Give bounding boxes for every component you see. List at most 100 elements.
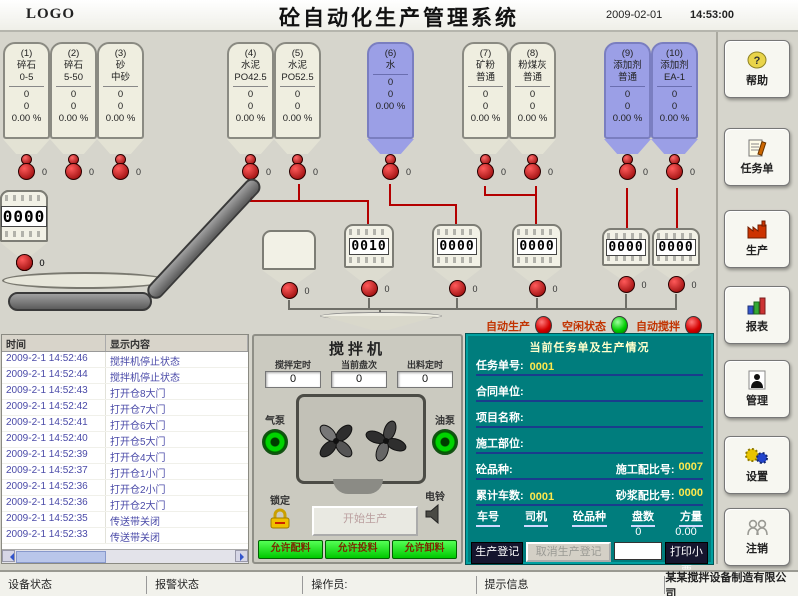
valve-count: 0 [42,167,47,177]
silo-value2: 0 [24,101,29,113]
production-button[interactable]: 生产 [724,210,790,268]
help-button[interactable]: ? 帮助 [724,40,790,98]
silo-spec: 中砂 [111,72,130,84]
log-row[interactable]: 2009-2-1 14:52:35 传送带关闭 [2,512,248,528]
scroll-left-arrow-icon[interactable] [2,550,15,562]
valve-icon[interactable]: 0 [524,154,541,180]
log-time: 2009-2-1 14:52:44 [2,368,106,383]
log-horizontal-scrollbar[interactable] [2,549,248,563]
valve-icon[interactable]: 0 [361,282,378,297]
flat-conveyor [8,292,152,311]
print-receipt-button[interactable]: 打印小票 [665,542,708,564]
settings-button[interactable]: 设置 [724,436,790,494]
cancel-register-button[interactable]: 取消生产登记 [526,542,610,562]
log-row[interactable]: 2009-2-1 14:52:39 打开仓4大门 [2,448,248,464]
permit-button[interactable]: 允许投料 [325,540,390,559]
report-label: 报表 [746,318,768,334]
valve-count: 0 [136,167,141,177]
log-row[interactable]: 2009-2-1 14:52:33 传送带关闭 [2,528,248,544]
start-production-button[interactable]: 开始生产 [312,506,418,536]
weight-display: 0000 [656,239,695,256]
weight-display: 0000 [437,238,476,255]
valve-icon[interactable]: 0 [382,154,399,180]
production-register-button[interactable]: 生产登记 [471,542,523,564]
log-row[interactable]: 2009-2-1 14:52:36 打开仓2小门 [2,480,248,496]
silo: (7) 矿粉 普通 0 0 0.00 % 0 [462,42,509,180]
silo-number: (6) [385,48,397,60]
valve-icon[interactable]: 0 [16,256,33,271]
permit-button[interactable]: 允许配料 [258,540,323,559]
valve-icon[interactable]: 0 [112,154,129,180]
valve-icon[interactable]: 0 [281,284,298,299]
log-row[interactable]: 2009-2-1 14:52:37 打开仓1小门 [2,464,248,480]
valve-count: 0 [40,258,45,268]
permit-button[interactable]: 允许卸料 [392,540,457,559]
silo-value1: 0 [24,89,29,101]
report-button[interactable]: 报表 [724,286,790,344]
log-message: 打开仓7大门 [106,400,248,415]
silo-cone [509,139,556,154]
log-row[interactable]: 2009-2-1 14:52:46 搅拌机停止状态 [2,352,248,368]
lock-control[interactable]: 锁定 [268,492,292,530]
log-row[interactable]: 2009-2-1 14:52:42 打开仓7大门 [2,400,248,416]
silo-cone [462,139,509,154]
silo-value1: 0 [483,89,488,101]
silo-number: (2) [68,48,80,60]
aggregate-weigh-hopper: 0000 0 [0,190,48,271]
scroll-right-arrow-icon[interactable] [235,550,248,562]
mixer-fans-icon [303,403,419,475]
valve-count: 0 [385,284,390,294]
log-row[interactable]: 2009-2-1 14:52:43 打开仓8大门 [2,384,248,400]
valve-icon[interactable]: 0 [477,154,494,180]
silo-material: 矿粉 [476,60,495,72]
log-row[interactable]: 2009-2-1 14:52:36 打开仓2大门 [2,496,248,512]
silo: (4) 水泥 PO42.5 0 0 0.00 % 0 [227,42,274,180]
alarm-status: 报警状态 [147,576,303,594]
auto-production-led [535,316,552,335]
date-display: 2009-02-01 [606,9,662,21]
weight-display: 0000 [606,239,645,256]
log-row[interactable]: 2009-2-1 14:52:41 打开仓6大门 [2,416,248,432]
task-input[interactable] [614,542,662,560]
valve-icon[interactable]: 0 [289,154,306,180]
production-icon [745,220,769,240]
valve-icon[interactable]: 0 [529,282,546,297]
valve-icon[interactable]: 0 [242,154,259,180]
log-row[interactable]: 2009-2-1 14:52:44 搅拌机停止状态 [2,368,248,384]
current-batch-value: 0 [331,371,387,388]
silo-material: 水 [386,60,396,72]
log-time: 2009-2-1 14:52:43 [2,384,106,399]
manage-button[interactable]: 管理 [724,360,790,418]
silo-material: 碎石 [64,60,83,72]
valve-icon[interactable]: 0 [18,154,35,180]
bell-control[interactable]: 电铃 [424,488,446,524]
valve-icon[interactable]: 0 [618,278,635,293]
pipe [625,294,627,309]
scrollbar-thumb[interactable] [16,551,106,563]
valve-icon[interactable]: 0 [449,282,466,297]
silo-cone [604,139,651,154]
log-row[interactable]: 2009-2-1 14:52:40 打开仓5大门 [2,432,248,448]
page-title: 砼自动化生产管理系统 [279,2,519,32]
valve-count: 0 [473,284,478,294]
valve-icon[interactable]: 0 [668,278,685,293]
divider [56,86,90,87]
air-pump-indicator: 气泵 [262,412,288,455]
concrete-type-row: 砼品种: 施工配比号: 0007 [476,456,703,480]
silo-percent: 0.00 % [283,113,313,125]
mixer-discharge [333,479,383,494]
valve-icon[interactable]: 0 [619,154,636,180]
valve-icon[interactable]: 0 [666,154,683,180]
production-label: 生产 [746,242,768,258]
pipe [455,204,457,226]
valve-icon[interactable]: 0 [65,154,82,180]
silo-value2: 0 [388,89,393,101]
silo-value1: 0 [625,89,630,101]
tasklist-button[interactable]: 任务单 [724,128,790,186]
silo-percent: 0.00 % [613,113,643,125]
pipe [626,188,628,228]
log-header-row: 时间 显示内容 [2,335,248,352]
silo-value2: 0 [118,101,123,113]
logout-button[interactable]: 注销 [724,508,790,566]
divider [103,86,137,87]
